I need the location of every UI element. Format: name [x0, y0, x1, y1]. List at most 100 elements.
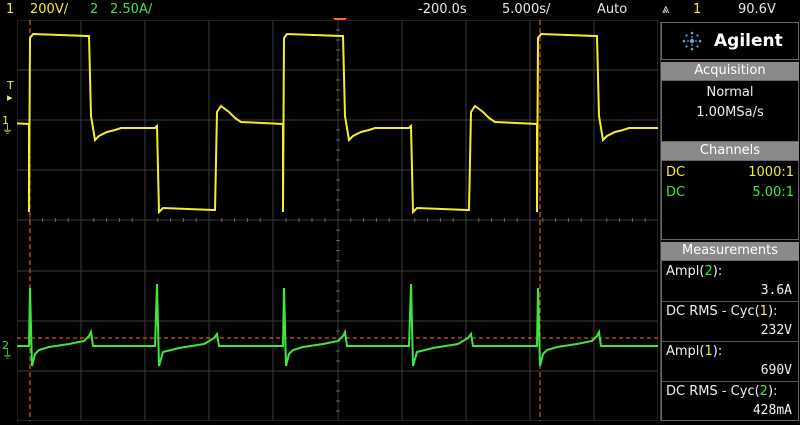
grid-tick [157, 218, 159, 222]
grid-tick [336, 390, 340, 392]
grid-tick [311, 218, 313, 222]
measurements-section: Ampl(2): 3.6A DC RMS - Cyc(1): 232V Ampl… [661, 260, 799, 421]
grid-tick [106, 218, 108, 222]
grid-tick [259, 218, 261, 222]
trigger-mode[interactable]: Auto [597, 2, 627, 18]
grid-tick [336, 400, 340, 402]
grid-tick [375, 218, 377, 222]
trigger-level[interactable]: 90.6V [738, 2, 776, 18]
grid-tick [567, 218, 569, 222]
grid-tick [452, 218, 454, 222]
grid-tick [195, 218, 197, 222]
acquisition-section: Normal 1.00MSa/s [661, 80, 799, 142]
grid-tick [246, 218, 248, 222]
grid-tick [336, 139, 340, 141]
grid-tick [644, 218, 646, 222]
grid-tick [336, 280, 340, 282]
grid-tick [336, 239, 340, 241]
grid-tick [336, 79, 340, 81]
grid-tick [336, 49, 340, 51]
grid-tick [336, 330, 340, 332]
grid-tick [336, 260, 340, 262]
ch2-ground-icon: ⏚ [2, 348, 13, 361]
grid-tick [606, 218, 608, 222]
acquisition-header[interactable]: Acquisition [661, 62, 799, 80]
grid-tick [336, 109, 340, 111]
grid-tick [631, 218, 633, 222]
channels-header[interactable]: Channels [661, 142, 799, 160]
grid-tick [542, 218, 544, 222]
grid-tick [478, 218, 480, 222]
left-gutter: T ▸ 1 ⏚ 2 ⏚ [0, 20, 17, 421]
channel-2-row[interactable]: DC 5.00:1 [666, 185, 794, 201]
grid-tick [336, 89, 340, 91]
grid-tick [324, 218, 326, 222]
measurements-header[interactable]: Measurements [661, 242, 799, 260]
grid-tick [336, 99, 340, 101]
grid-tick [182, 218, 184, 222]
grid-tick [336, 159, 340, 161]
grid-tick [427, 218, 429, 222]
grid-tick [131, 218, 133, 222]
trigger-edge-icon: ⩓ [662, 2, 670, 17]
grid-tick [336, 300, 340, 302]
time-scale[interactable]: 5.000s/ [502, 2, 550, 18]
measurement-1-label: Ampl(2): [666, 264, 723, 279]
grid-tick [336, 229, 340, 231]
measurement-3-label: Ampl(1): [666, 344, 723, 359]
ch1-number[interactable]: 1 [6, 2, 14, 18]
measurement-divider [662, 301, 798, 302]
grid-tick [67, 218, 69, 222]
grid-tick [285, 218, 287, 222]
grid-tick [336, 209, 340, 211]
measurement-4-label: DC RMS - Cyc(2): [666, 384, 778, 399]
grid-tick [336, 250, 340, 252]
waveform-graticule [0, 19, 800, 422]
grid-tick [336, 39, 340, 41]
grid-tick [350, 218, 352, 222]
ch2-scale[interactable]: 2.50A/ [110, 2, 152, 18]
grid-tick [42, 218, 44, 222]
channel-2-probe: 5.00:1 [752, 185, 794, 200]
grid-tick [388, 218, 390, 222]
grid-tick [336, 129, 340, 131]
acquisition-rate: 1.00MSa/s [696, 105, 764, 120]
trigger-source[interactable]: 1 [693, 2, 701, 18]
grid-tick [234, 218, 236, 222]
grid-tick [336, 59, 340, 61]
grid-tick [336, 290, 340, 292]
grid-tick [336, 149, 340, 151]
channel-1-row[interactable]: DC 1000:1 [666, 165, 794, 181]
grid-tick [336, 29, 340, 31]
grid-tick [54, 218, 56, 222]
measurement-2-label: DC RMS - Cyc(1): [666, 304, 778, 319]
channels-section: DC 1000:1 DC 5.00:1 [661, 160, 799, 240]
grid-tick [93, 218, 95, 222]
grid-tick [336, 360, 340, 362]
channel-2-coupling: DC [666, 185, 686, 200]
measurement-1-value: 3.6A [760, 283, 792, 298]
grid-tick [336, 380, 340, 382]
grid-tick [298, 218, 300, 222]
grid-tick [516, 218, 518, 222]
grid-tick [580, 218, 582, 222]
grid-tick [619, 218, 621, 222]
measurement-divider [662, 381, 798, 382]
grid-tick [363, 218, 365, 222]
channel-1-probe: 1000:1 [748, 165, 794, 180]
channel-1-coupling: DC [666, 165, 686, 180]
grid-tick [221, 218, 223, 222]
grid-tick [336, 179, 340, 181]
brand-logo: Agilent [661, 22, 799, 60]
ch1-ground-icon: ⏚ [2, 123, 13, 136]
measurement-3-value: 690V [760, 363, 792, 378]
grid-tick [170, 218, 172, 222]
measurement-4-value: 428mA [752, 403, 792, 418]
time-delay[interactable]: -200.0s [418, 2, 467, 18]
ch1-scale[interactable]: 200V/ [30, 2, 68, 18]
waveform-display[interactable] [0, 19, 800, 422]
grid-tick [336, 350, 340, 352]
brand-name: Agilent [714, 31, 783, 51]
grid-tick [555, 218, 557, 222]
ch2-number[interactable]: 2 [90, 2, 98, 18]
